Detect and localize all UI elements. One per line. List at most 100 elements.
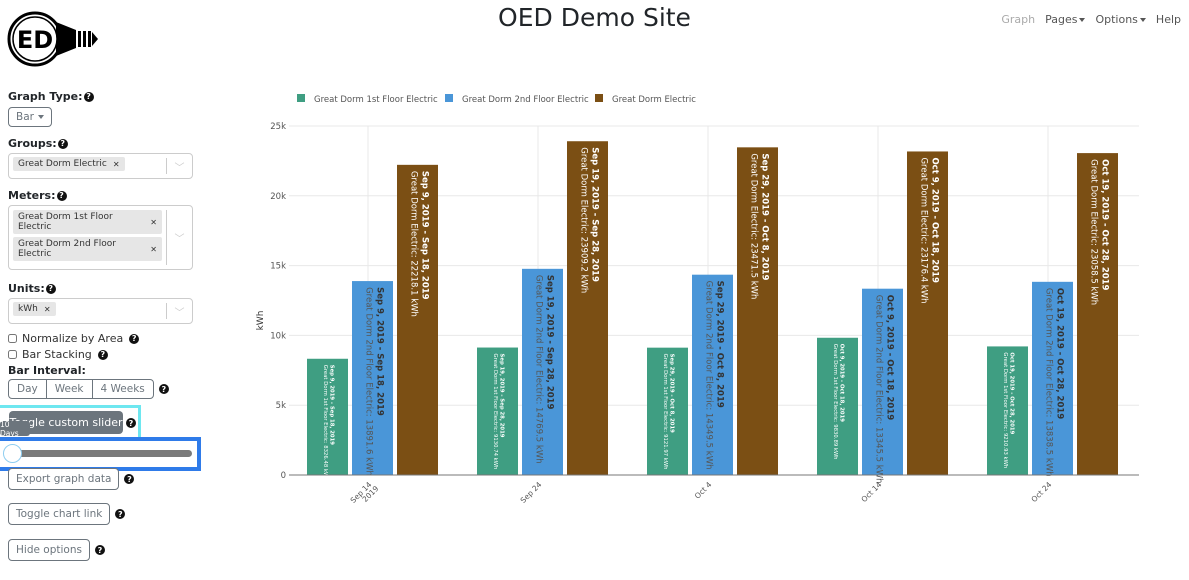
- normalize-checkbox[interactable]: [8, 334, 17, 343]
- help-icon[interactable]: ?: [158, 384, 169, 394]
- bar-interval-label: Bar Interval:: [8, 364, 86, 377]
- interval-4weeks-button[interactable]: 4 Weeks: [93, 380, 153, 398]
- bar-range-label: Sep 19, 2019 - Sep 28, 2019: [499, 354, 505, 438]
- bar-range-label: Sep 29, 2019 - Oct 8, 2019: [669, 354, 675, 434]
- nav-graph[interactable]: Graph: [1001, 13, 1035, 26]
- y-axis-label: kWh: [256, 311, 266, 331]
- stacking-checkbox[interactable]: [8, 350, 17, 359]
- legend-swatch: [445, 94, 453, 102]
- meter-chip: Great Dorm 1st Floor Electric ✕: [13, 210, 162, 234]
- bar-value-label: Great Dorm Electric: 22218.1 kWh: [409, 171, 419, 317]
- legend-swatch: [595, 94, 603, 102]
- interval-slider-track[interactable]: [6, 450, 192, 457]
- options-sidebar: Graph Type:? Bar Groups:? Great Dorm Ele…: [8, 90, 198, 399]
- bar-range-label: Oct 19, 2019 - Oct 28, 2019: [1100, 159, 1110, 290]
- help-icon[interactable]: ?: [83, 91, 94, 102]
- bar-range-label: Sep 9, 2019 - Sep 18, 2019: [375, 287, 385, 416]
- x-tick-label: Sep 24: [519, 480, 544, 505]
- y-tick-label: 5k: [276, 401, 286, 411]
- y-tick-label: 15k: [270, 262, 286, 272]
- nav-options-label: Options: [1095, 13, 1138, 26]
- remove-chip-icon[interactable]: ✕: [113, 160, 120, 169]
- bar-range-label: Oct 19, 2019 - Oct 28, 2019: [1055, 288, 1065, 419]
- meters-label-text: Meters:: [8, 189, 56, 202]
- chart-container: Great Dorm 1st Floor Electric Great Dorm …: [240, 85, 1189, 576]
- bar-chart: Great Dorm 1st Floor Electric Great Dorm …: [256, 94, 1139, 505]
- chevron-down-icon[interactable]: ﹀: [166, 210, 192, 265]
- logo-text: ED: [17, 26, 53, 54]
- group-chip: Great Dorm Electric ✕: [13, 157, 125, 171]
- bar-value-label: Great Dorm 1st Floor Electric: 9121.97 k…: [662, 354, 668, 470]
- stacking-option: Bar Stacking?: [8, 348, 198, 361]
- help-icon[interactable]: ?: [124, 474, 135, 484]
- oed-logo: ED: [7, 11, 98, 67]
- chevron-down-icon[interactable]: ﹀: [166, 158, 192, 174]
- bar-value-label: Great Dorm 1st Floor Electric: 9210.93 k…: [1002, 352, 1008, 468]
- units-label: Units:?: [8, 282, 198, 295]
- legend-label: Great Dorm 1st Floor Electric: [314, 95, 438, 105]
- legend-swatch: [297, 94, 305, 102]
- hide-options-row: Hide options ?: [8, 539, 105, 561]
- slider-tooltip: 10 Days: [0, 420, 30, 438]
- groups-select[interactable]: Great Dorm Electric ✕ ﹀: [8, 153, 193, 179]
- y-tick-label: 25k: [270, 122, 286, 132]
- bar-value-label: Great Dorm Electric: 23058.5 kWh: [1089, 159, 1099, 305]
- graph-type-label-text: Graph Type:: [8, 90, 83, 103]
- nav-pages[interactable]: Pages: [1045, 13, 1086, 26]
- bar-value-label: Great Dorm Electric: 23471.5 kWh: [749, 153, 759, 299]
- export-graph-data-button[interactable]: Export graph data: [8, 468, 120, 490]
- legend-label: Great Dorm Electric: [612, 95, 696, 105]
- meter-chip-label: Great Dorm 2nd Floor Electric: [18, 239, 116, 259]
- help-icon[interactable]: ?: [129, 333, 140, 344]
- bar-range-label: Oct 9, 2019 - Oct 18, 2019: [885, 295, 895, 421]
- help-icon[interactable]: ?: [56, 190, 67, 201]
- bar-range-label: Oct 19, 2019 - Oct 28, 2019: [1009, 352, 1015, 434]
- export-row: Export graph data ?: [8, 468, 135, 490]
- x-tick-label: Oct 14: [859, 480, 883, 504]
- help-icon[interactable]: ?: [97, 349, 108, 360]
- caret-down-icon: [1139, 18, 1146, 22]
- bar-value-label: Great Dorm 1st Floor Electric: 9130.74 k…: [492, 354, 498, 470]
- remove-chip-icon[interactable]: ✕: [44, 305, 51, 314]
- remove-chip-icon[interactable]: ✕: [150, 245, 157, 254]
- x-tick-label: Oct 24: [1029, 480, 1053, 504]
- interval-slider-handle[interactable]: [3, 444, 22, 463]
- nav-pages-label: Pages: [1045, 13, 1078, 26]
- hide-options-button[interactable]: Hide options: [8, 539, 90, 561]
- help-icon[interactable]: ?: [45, 283, 56, 294]
- nav-help[interactable]: Help: [1156, 13, 1181, 26]
- help-icon[interactable]: ?: [94, 545, 105, 555]
- bar-interval-group: Day Week 4 Weeks: [8, 379, 154, 399]
- bar-range-label: Sep 9, 2019 - Sep 18, 2019: [329, 365, 335, 446]
- bar-range-label: Sep 19, 2019 - Sep 28, 2019: [545, 275, 555, 410]
- meter-chip-label: Great Dorm 1st Floor Electric: [18, 212, 113, 232]
- graph-type-value: Bar: [16, 111, 34, 123]
- graph-type-dropdown[interactable]: Bar: [8, 107, 52, 127]
- bar-range-label: Sep 29, 2019 - Oct 8, 2019: [715, 281, 725, 408]
- normalize-option: Normalize by Area?: [8, 332, 198, 345]
- remove-chip-icon[interactable]: ✕: [150, 218, 157, 227]
- bar-range-label: Sep 19, 2019 - Sep 28, 2019: [590, 147, 600, 282]
- help-icon[interactable]: ?: [57, 138, 68, 149]
- bar-range-label: Oct 9, 2019 - Oct 18, 2019: [930, 157, 940, 283]
- y-tick-label: 0: [281, 471, 286, 481]
- nav-options[interactable]: Options: [1095, 13, 1146, 26]
- help-icon[interactable]: ?: [115, 509, 126, 519]
- units-select[interactable]: kWh ✕ ﹀: [8, 298, 193, 324]
- caret-down-icon: [1079, 18, 1086, 22]
- chart-link-row: Toggle chart link ?: [8, 503, 126, 525]
- bar-value-label: Great Dorm 1st Floor Electric: 9830.89 k…: [832, 344, 838, 460]
- group-chip-label: Great Dorm Electric: [18, 159, 107, 169]
- bar-value-label: Great Dorm 2nd Floor Electric: 13838.5 k…: [1044, 288, 1054, 477]
- help-icon[interactable]: ?: [126, 418, 136, 428]
- y-tick-label: 10k: [270, 331, 286, 341]
- meters-select[interactable]: Great Dorm 1st Floor Electric ✕ Great Dor…: [8, 205, 193, 270]
- interval-day-button[interactable]: Day: [9, 380, 47, 398]
- chevron-down-icon[interactable]: ﹀: [166, 303, 192, 319]
- unit-chip-label: kWh: [18, 304, 38, 314]
- bar-range-label: Sep 29, 2019 - Oct 8, 2019: [760, 153, 770, 280]
- bar-value-label: Great Dorm Electric: 23909.2 kWh: [579, 147, 589, 293]
- interval-week-button[interactable]: Week: [47, 380, 93, 398]
- bar-value-label: Great Dorm 1st Floor Electric: 8326.48 k…: [322, 365, 328, 481]
- toggle-chart-link-button[interactable]: Toggle chart link: [8, 503, 111, 525]
